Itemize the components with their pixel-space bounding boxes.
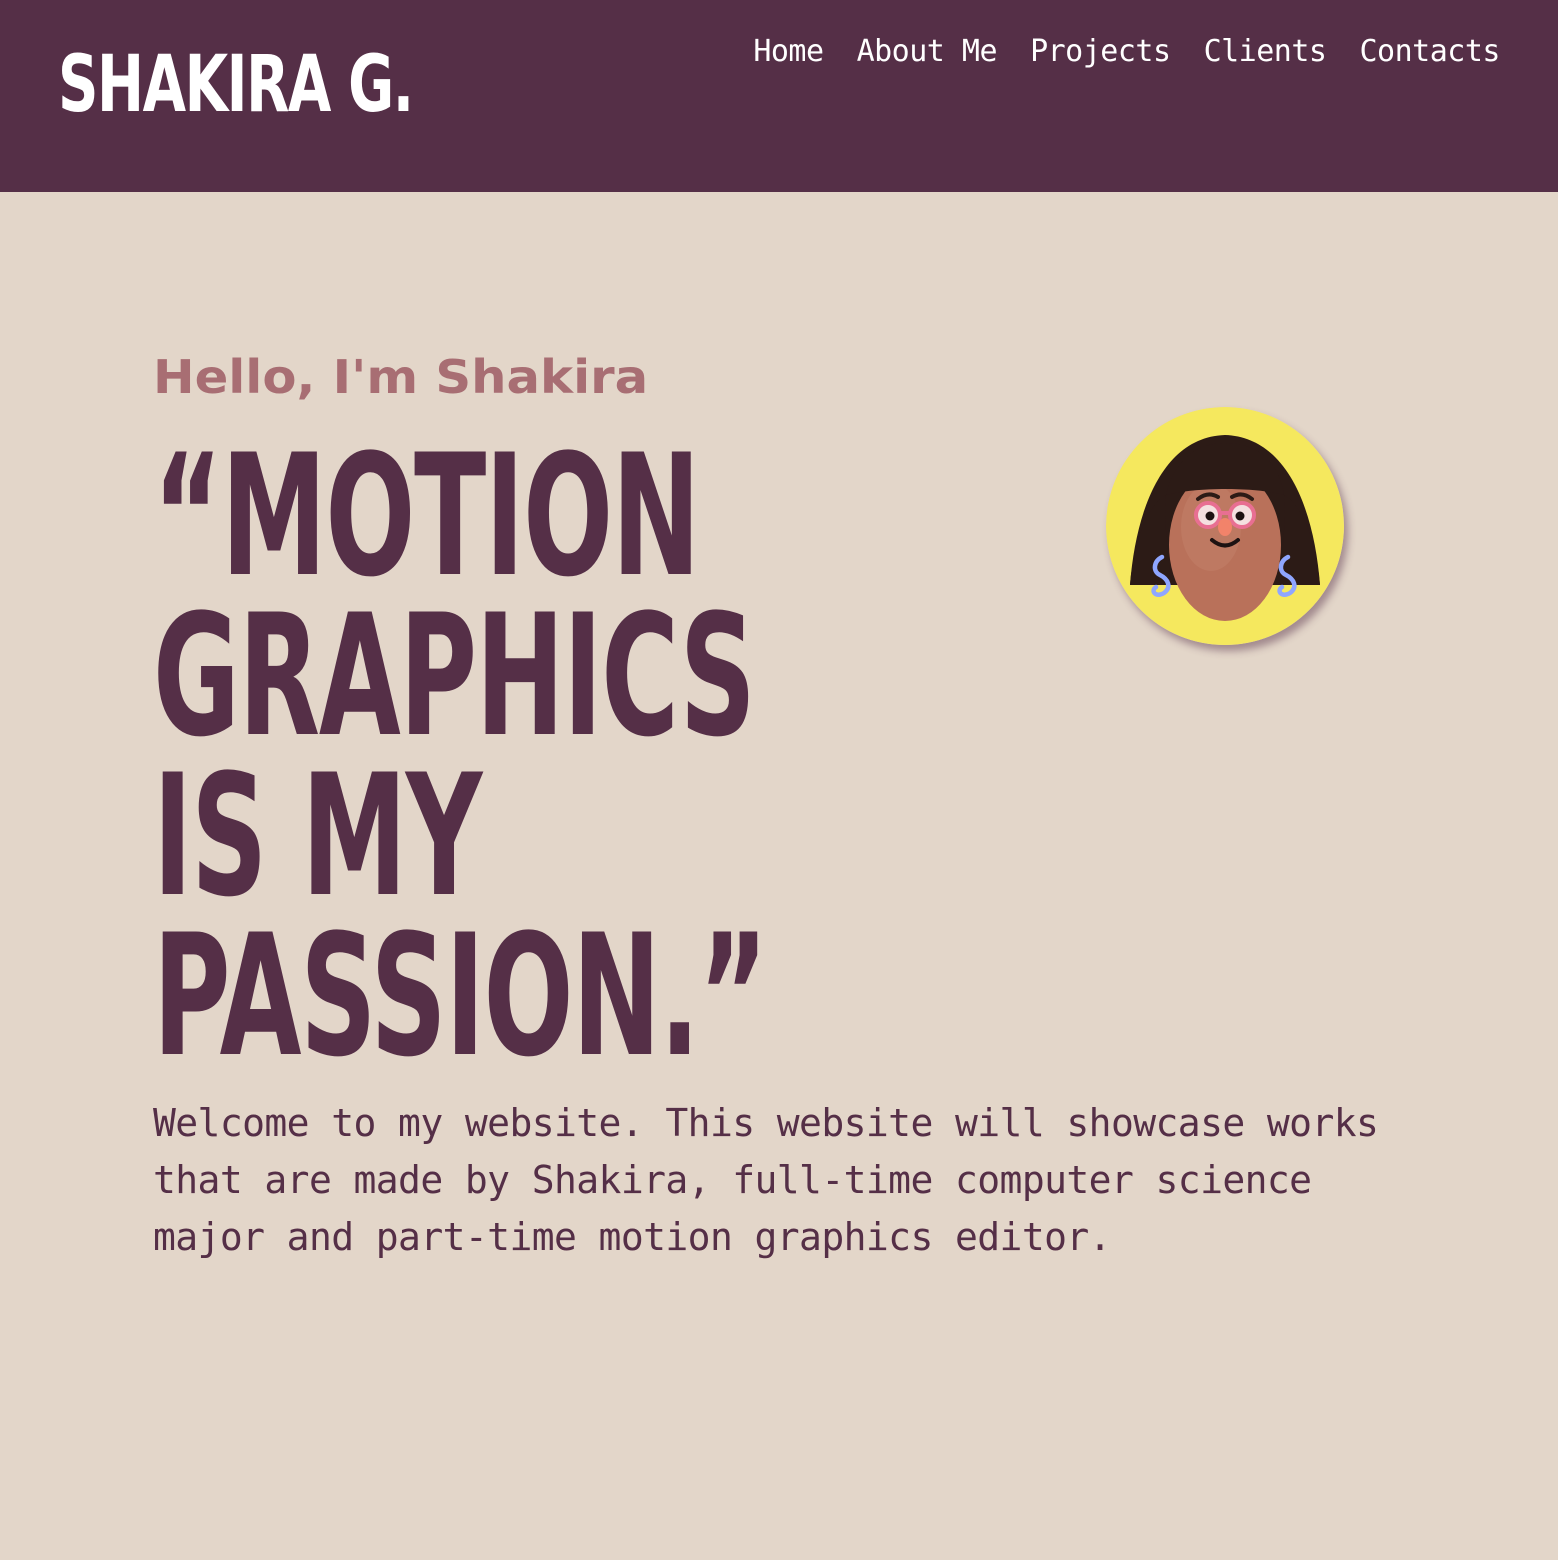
nav-link-contacts[interactable]: Contacts	[1360, 34, 1501, 69]
hero-greeting: Hello, I'm Shakira	[153, 350, 649, 404]
nav-link-clients[interactable]: Clients	[1204, 34, 1327, 69]
nav-item-about-wrap: About Me	[857, 30, 998, 74]
site-header: SHAKIRA G. Home About Me Projects Client…	[0, 0, 1558, 192]
quote-line: GRAPHICS	[153, 578, 756, 774]
quote-line: IS MY	[153, 738, 482, 934]
avatar-illustration-icon-svg	[1106, 407, 1344, 645]
nav-link-home[interactable]: Home	[753, 34, 824, 69]
quote-line: “MOTION	[153, 418, 700, 614]
site-logo[interactable]: SHAKIRA G.	[58, 40, 414, 130]
hero-intro-text: Welcome to my website. This website will…	[153, 1101, 1379, 1259]
nav-item-clients-wrap: Clients	[1204, 30, 1327, 74]
quote-line: PASSION.”	[153, 898, 768, 1094]
nav-link-about-me[interactable]: About Me	[857, 34, 998, 69]
nav-item-projects-wrap: Projects	[1030, 30, 1171, 74]
nav-link-projects[interactable]: Projects	[1030, 34, 1171, 69]
hero-quote: “MOTION GRAPHICS IS MY PASSION.”	[153, 418, 768, 1094]
avatar-illustration-icon	[1106, 407, 1344, 645]
nav-item-home-wrap: Home	[753, 30, 824, 74]
nav-item-contacts-wrap: Contacts	[1360, 30, 1501, 74]
nav-list: Home About Me Projects Clients Contacts	[753, 30, 1500, 74]
